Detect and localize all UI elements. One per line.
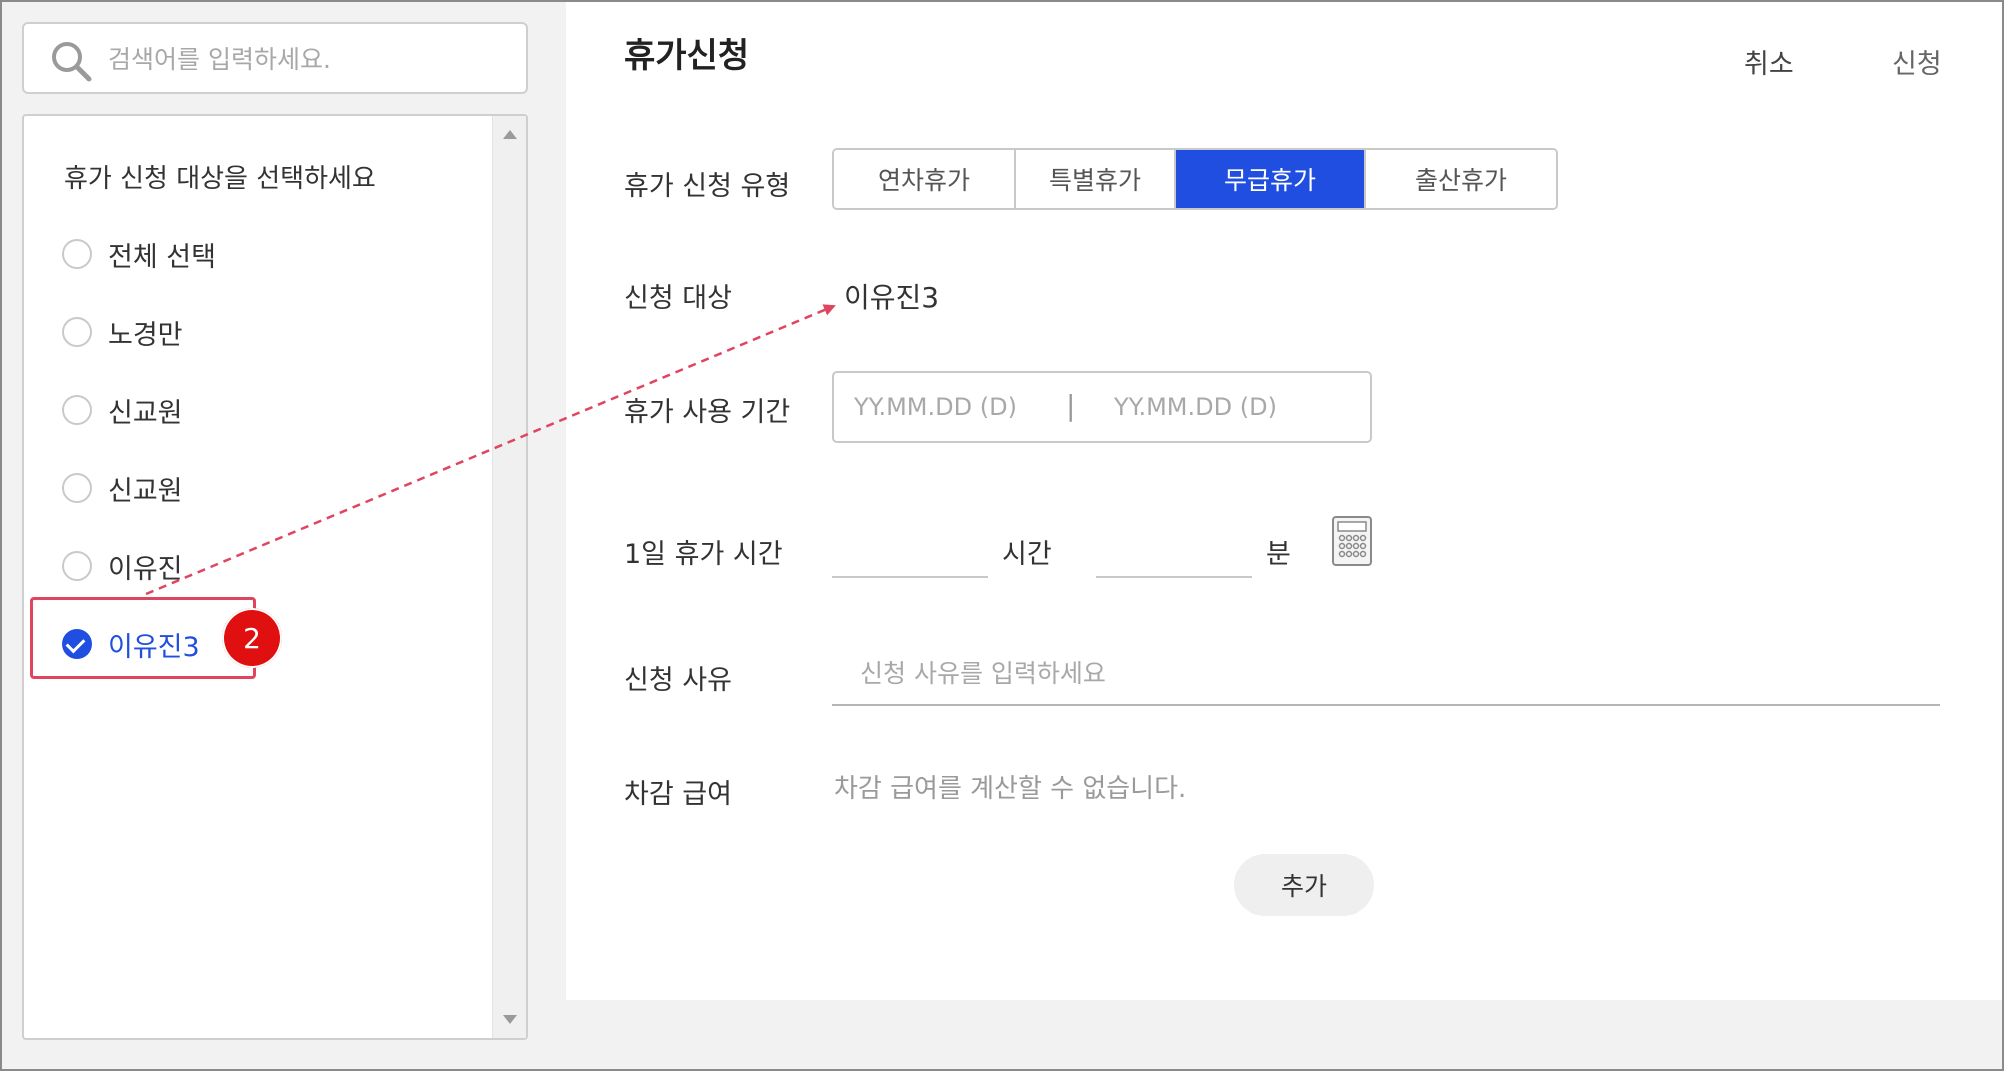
leave-type-maternity[interactable]: 출산휴가	[1366, 150, 1556, 208]
target-list-panel: 휴가 신청 대상을 선택하세요 전체 선택 노경만 신교원 신교원 이유진 이유…	[22, 114, 528, 1040]
daily-time-label: 1일 휴가 시간	[624, 539, 783, 570]
list-item[interactable]: 이유진	[62, 542, 183, 590]
date-range-field[interactable]: |	[832, 371, 1372, 443]
minutes-input[interactable]	[1096, 518, 1252, 578]
leave-type-label: 휴가 신청 유형	[624, 171, 791, 202]
minutes-unit: 분	[1266, 539, 1291, 570]
page-title: 휴가신청	[624, 36, 750, 76]
calculator-icon[interactable]	[1332, 516, 1372, 566]
scroll-up-arrow-icon[interactable]	[503, 130, 517, 139]
start-date-input[interactable]	[854, 387, 1044, 427]
deduction-label: 차감 급여	[624, 779, 732, 810]
cancel-button[interactable]: 취소	[1744, 42, 1794, 81]
list-item-label: 신교원	[108, 397, 183, 429]
list-item-label: 이유진	[108, 553, 183, 585]
search-icon	[52, 42, 92, 82]
list-item[interactable]: 신교원	[62, 464, 183, 512]
list-item-label: 전체 선택	[108, 241, 216, 273]
list-item-select-all[interactable]: 전체 선택	[62, 230, 216, 278]
reason-input[interactable]	[832, 642, 1940, 706]
leave-type-unpaid[interactable]: 무급휴가	[1176, 150, 1366, 208]
end-date-input[interactable]	[1114, 387, 1304, 427]
list-item-selected[interactable]: 이유진3	[62, 620, 200, 668]
submit-button[interactable]: 신청	[1892, 42, 1942, 81]
deduction-value: 차감 급여를 계산할 수 없습니다.	[834, 774, 1187, 804]
list-item-label: 이유진3	[108, 631, 200, 663]
target-value: 이유진3	[844, 281, 940, 314]
list-item[interactable]: 노경만	[62, 308, 183, 356]
hours-unit: 시간	[1002, 539, 1052, 570]
period-label: 휴가 사용 기간	[624, 397, 791, 428]
search-box[interactable]	[22, 22, 528, 94]
add-button[interactable]: 추가	[1234, 854, 1374, 916]
scrollbar[interactable]	[492, 116, 526, 1038]
radio-button[interactable]	[62, 317, 92, 347]
leave-request-form: 휴가신청 취소 신청 휴가 신청 유형 연차휴가 특별휴가 무급휴가 출산휴가 …	[566, 2, 2002, 1000]
step-badge: 2	[222, 608, 282, 668]
list-title: 휴가 신청 대상을 선택하세요	[64, 164, 376, 194]
list-item[interactable]: 신교원	[62, 386, 183, 434]
radio-button[interactable]	[62, 395, 92, 425]
checked-radio-icon[interactable]	[62, 629, 92, 659]
radio-button[interactable]	[62, 473, 92, 503]
target-label: 신청 대상	[624, 283, 732, 314]
radio-button[interactable]	[62, 551, 92, 581]
scroll-down-arrow-icon[interactable]	[503, 1015, 517, 1024]
list-item-label: 신교원	[108, 475, 183, 507]
search-input[interactable]	[108, 34, 508, 84]
leave-type-selector: 연차휴가 특별휴가 무급휴가 출산휴가	[832, 148, 1558, 210]
date-separator: |	[1066, 389, 1076, 422]
radio-button[interactable]	[62, 239, 92, 269]
reason-label: 신청 사유	[624, 665, 732, 696]
leave-type-annual[interactable]: 연차휴가	[834, 150, 1016, 208]
leave-type-special[interactable]: 특별휴가	[1016, 150, 1176, 208]
hours-input[interactable]	[832, 518, 988, 578]
list-item-label: 노경만	[108, 319, 183, 351]
